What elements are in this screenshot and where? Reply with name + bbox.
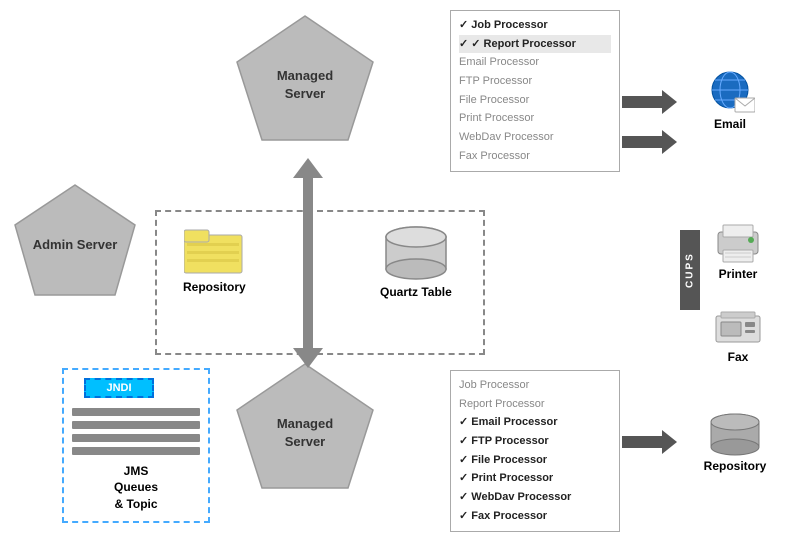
- proc-item-job-bottom: Job Processor: [459, 376, 611, 395]
- arrow-to-printer: [622, 130, 677, 157]
- proc-item-webdav-top: WebDav Processor: [459, 128, 611, 147]
- proc-item-job-top: Job Processor: [459, 16, 611, 35]
- folder-icon: [184, 225, 244, 275]
- diagram: Admin Server ManagedServer ManagedServer…: [0, 0, 791, 538]
- jms-queues-box: JNDI JMSQueues& Topic: [62, 368, 210, 523]
- fax-label: Fax: [698, 350, 778, 364]
- proc-item-report-top: ✓ Report Processor: [459, 35, 611, 54]
- vertical-arrow: [293, 158, 323, 371]
- fax-icon-area: Fax: [698, 308, 778, 364]
- fax-icon: [713, 308, 763, 348]
- repository-icon-area: Repository: [183, 225, 246, 294]
- proc-item-ftp-top: FTP Processor: [459, 72, 611, 91]
- proc-item-email-top: Email Processor: [459, 53, 611, 72]
- jms-label: JMSQueues& Topic: [64, 463, 208, 513]
- managed-server-top-label: ManagedServer: [277, 67, 333, 103]
- cylinder-icon: [381, 225, 451, 280]
- proc-item-fax-bottom: ✓ Fax Processor: [459, 507, 611, 526]
- jms-lines: [72, 408, 200, 460]
- managed-server-top-pentagon: ManagedServer: [230, 10, 380, 160]
- quartz-table-text: Quartz Table: [380, 285, 452, 299]
- proc-item-webdav-bottom: ✓ WebDav Processor: [459, 488, 611, 507]
- quartz-table-icon-area: Quartz Table: [380, 225, 452, 299]
- proc-item-email-bottom: ✓ Email Processor: [459, 413, 611, 432]
- email-label: Email: [690, 117, 770, 131]
- arrow-to-repository: [622, 430, 677, 457]
- proc-item-file-top: File Processor: [459, 91, 611, 110]
- admin-server-label: Admin Server: [33, 236, 118, 254]
- repository-text: Repository: [183, 280, 246, 294]
- email-icon-area: Email: [690, 70, 770, 131]
- email-icon: [705, 70, 755, 115]
- repository-right-label: Repository: [695, 459, 775, 473]
- proc-box-bottom: Job Processor Report Processor ✓ Email P…: [450, 370, 620, 532]
- proc-item-print-top: Print Processor: [459, 109, 611, 128]
- repository-right-icon: [708, 412, 763, 457]
- proc-item-print-bottom: ✓ Print Processor: [459, 469, 611, 488]
- proc-item-report-bottom: Report Processor: [459, 395, 611, 414]
- proc-item-ftp-bottom: ✓ FTP Processor: [459, 432, 611, 451]
- cups-badge: CUPS: [680, 230, 700, 310]
- printer-icon-area: Printer: [698, 220, 778, 281]
- proc-box-top: Job Processor ✓ Report Processor Email P…: [450, 10, 620, 172]
- managed-server-bottom-pentagon: ManagedServer: [230, 358, 380, 508]
- admin-server-pentagon: Admin Server: [10, 180, 140, 310]
- printer-icon: [713, 220, 763, 265]
- proc-item-fax-top: Fax Processor: [459, 147, 611, 166]
- arrow-to-email: [622, 90, 677, 117]
- proc-item-file-bottom: ✓ File Processor: [459, 451, 611, 470]
- jndi-box: JNDI: [84, 378, 154, 398]
- repository-right-icon-area: Repository: [695, 412, 775, 473]
- managed-server-bottom-label: ManagedServer: [277, 415, 333, 451]
- printer-label: Printer: [698, 267, 778, 281]
